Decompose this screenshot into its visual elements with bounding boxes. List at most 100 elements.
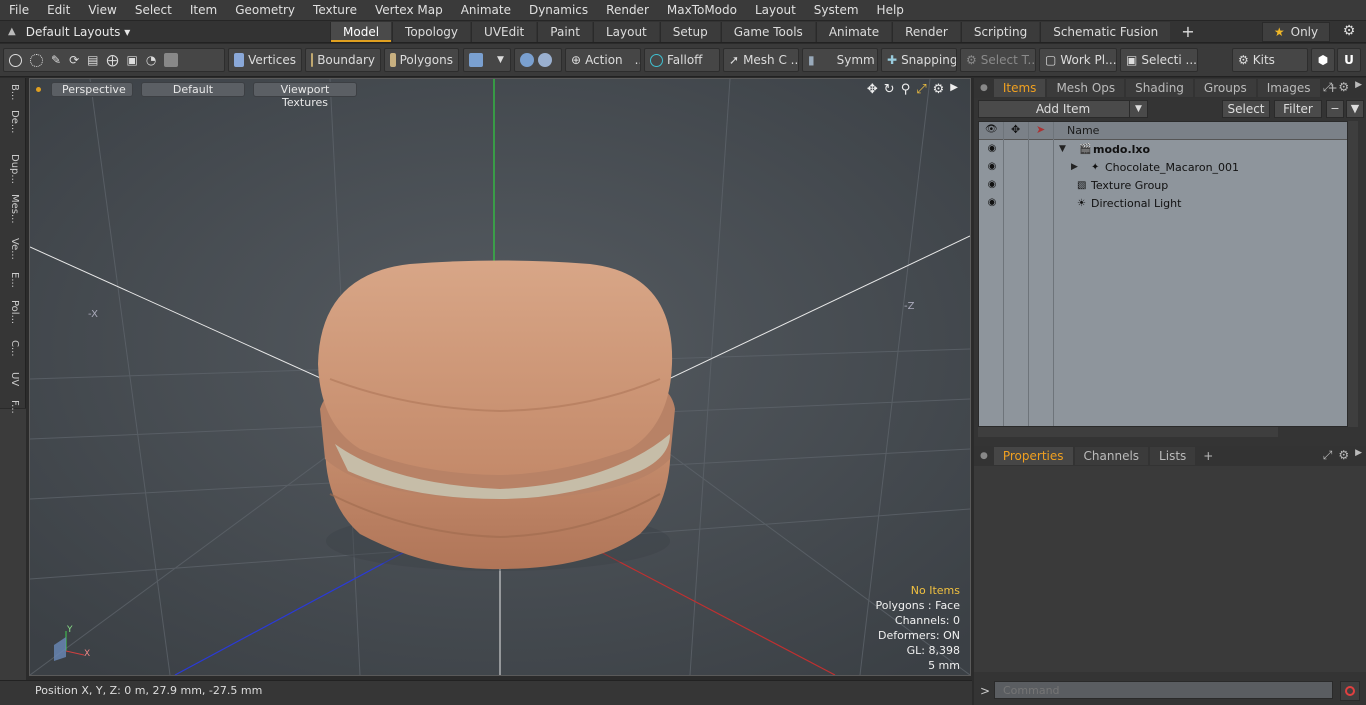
viewport-options-dot-icon[interactable] xyxy=(36,86,41,92)
tab-channels[interactable]: Channels xyxy=(1074,447,1149,465)
menu-edit[interactable]: Edit xyxy=(38,0,79,21)
menu-layout[interactable]: Layout xyxy=(746,0,805,21)
eye-icon[interactable]: ◉ xyxy=(985,197,999,209)
add-item-button[interactable]: Add Item ▼ xyxy=(978,100,1148,118)
list-item[interactable]: ◉ ☀ Directional Light xyxy=(979,195,1347,213)
record-macro-icon[interactable] xyxy=(1340,681,1360,701)
unreal-button[interactable]: U xyxy=(1337,48,1361,72)
left-tab-6[interactable]: Pol... xyxy=(4,300,20,324)
left-tab-2[interactable]: Dup... xyxy=(4,154,20,184)
props-arrow-icon[interactable]: ▶ xyxy=(1355,448,1362,463)
menu-dynamics[interactable]: Dynamics xyxy=(520,0,597,21)
falloff-button[interactable]: Falloff xyxy=(644,48,720,72)
items-icon[interactable]: ▤ xyxy=(87,53,98,67)
menu-render[interactable]: Render xyxy=(597,0,658,21)
item-list-hscroll[interactable] xyxy=(978,427,1278,437)
move-view-icon[interactable]: ✥ xyxy=(867,82,878,97)
item-list-vscroll[interactable] xyxy=(1348,121,1358,427)
edge-icon[interactable]: ◔ xyxy=(146,53,156,67)
tab-animate[interactable]: Animate xyxy=(815,21,892,42)
left-tab-8[interactable]: UV xyxy=(4,372,20,386)
panel-gear-icon[interactable]: ⚙ xyxy=(1338,80,1349,95)
tab-setup[interactable]: Setup xyxy=(659,21,720,42)
name-header[interactable]: Name xyxy=(1067,124,1099,137)
tab-game-tools[interactable]: Game Tools xyxy=(720,21,815,42)
left-tab-0[interactable]: B... xyxy=(4,84,20,100)
menu-view[interactable]: View xyxy=(79,0,125,21)
tab-mesh-ops[interactable]: Mesh Ops xyxy=(1047,79,1125,97)
tab-items[interactable]: Items xyxy=(993,79,1046,97)
left-tab-5[interactable]: E... xyxy=(4,272,20,288)
left-tab-3[interactable]: Mes... xyxy=(4,194,20,224)
layouts-dropdown-label[interactable]: Default Layouts ▾ xyxy=(26,25,131,39)
tab-lists[interactable]: Lists xyxy=(1150,447,1196,465)
3d-viewport[interactable]: -X -Z Y X Perspective Default Viewport T… xyxy=(29,78,971,676)
panel-arrow-icon[interactable]: ▶ xyxy=(1355,80,1362,95)
viewport-scene[interactable] xyxy=(30,79,970,675)
left-tab-4[interactable]: Ve... xyxy=(4,238,20,260)
expand-arrow-icon[interactable]: ▶ xyxy=(950,82,958,97)
add-props-tab-icon[interactable]: + xyxy=(1197,449,1219,463)
collapse-icon[interactable]: − xyxy=(1326,100,1344,118)
work-plane-button[interactable]: ▢ Work Pl... xyxy=(1039,48,1117,72)
props-maximize-icon[interactable]: ⤢ xyxy=(1323,448,1333,463)
list-item[interactable]: ◉ ▼ 🎬 modo.lxo xyxy=(979,141,1347,159)
tab-uvedit[interactable]: UVEdit xyxy=(471,21,537,42)
macaron-model[interactable] xyxy=(318,260,675,572)
expand-arrow-icon[interactable]: ▶ xyxy=(1071,162,1078,172)
filter-button[interactable]: Filter xyxy=(1274,100,1322,118)
menu-system[interactable]: System xyxy=(805,0,868,21)
tab-groups[interactable]: Groups xyxy=(1194,79,1256,97)
polygons-button[interactable]: Polygons xyxy=(384,48,459,72)
menu-help[interactable]: Help xyxy=(868,0,913,21)
menu-geometry[interactable]: Geometry xyxy=(226,0,304,21)
center-icon[interactable]: ⨁ xyxy=(106,53,118,67)
tab-properties[interactable]: Properties xyxy=(993,447,1073,465)
pivot-icon[interactable]: ▣ xyxy=(126,53,137,67)
maximize-panel-icon[interactable]: ⤢ xyxy=(1323,80,1333,95)
left-tab-1[interactable]: De... xyxy=(4,110,20,133)
menu-vertex-map[interactable]: Vertex Map xyxy=(366,0,452,21)
symmetry-button[interactable]: ▮ Symm ... xyxy=(802,48,878,72)
menu-select[interactable]: Select xyxy=(126,0,181,21)
mesh-constraint-button[interactable]: ➚ Mesh C ... xyxy=(723,48,799,72)
tab-model[interactable]: Model xyxy=(330,21,392,42)
eye-icon[interactable]: ◉ xyxy=(985,179,999,191)
viewport-textures-dropdown[interactable]: Viewport Textures xyxy=(253,81,357,109)
tab-schematic-fusion[interactable]: Schematic Fusion xyxy=(1040,21,1171,42)
view-type-dropdown[interactable]: Perspective xyxy=(51,81,133,97)
item-mode-button[interactable]: ▼ xyxy=(463,48,511,72)
eye-icon[interactable]: ◉ xyxy=(985,143,999,155)
props-gear-icon[interactable]: ⚙ xyxy=(1338,448,1349,463)
zoom-icon[interactable]: ⚲ xyxy=(901,82,911,97)
item-list[interactable]: 👁 ✥ ➤ Name ◉ ▼ 🎬 modo.lxo ◉ ▶ ✦ Chocolate_Macar… xyxy=(978,121,1348,427)
list-item[interactable]: ◉ ▧ Texture Group xyxy=(979,177,1347,195)
gear-icon[interactable]: ⚙ xyxy=(1338,23,1360,41)
tab-topology[interactable]: Topology xyxy=(392,21,471,42)
tab-scripting[interactable]: Scripting xyxy=(960,21,1040,42)
symmetry-mode-group[interactable] xyxy=(514,48,562,72)
viewport-gear-icon[interactable]: ⚙ xyxy=(933,82,945,97)
props-dot-icon[interactable]: ● xyxy=(974,451,994,461)
menu-item[interactable]: Item xyxy=(181,0,226,21)
select-through-button[interactable]: ⚙ Select T... xyxy=(960,48,1036,72)
tab-layout[interactable]: Layout xyxy=(592,21,659,42)
funnel-icon[interactable]: ▼ xyxy=(1346,100,1364,118)
command-input[interactable] xyxy=(994,681,1333,699)
kits-button[interactable]: ⚙ Kits xyxy=(1232,48,1308,72)
material-icon[interactable] xyxy=(164,53,179,67)
collapse-arrow-icon[interactable]: ▼ xyxy=(1059,144,1066,154)
vertices-button[interactable]: Vertices xyxy=(228,48,302,72)
select-button[interactable]: Select xyxy=(1222,100,1270,118)
pen-icon[interactable]: ✎ xyxy=(51,53,61,67)
eye-icon[interactable]: ◉ xyxy=(985,161,999,173)
action-center-button[interactable]: ⊕Action... xyxy=(565,48,641,72)
selection-sets-button[interactable]: ▣ Selecti ... xyxy=(1120,48,1198,72)
circle-select-icon[interactable] xyxy=(9,53,22,67)
menu-texture[interactable]: Texture xyxy=(304,0,366,21)
tab-shading[interactable]: Shading xyxy=(1126,79,1193,97)
lasso-icon[interactable]: ⟳ xyxy=(69,53,79,67)
add-tab-icon[interactable]: + xyxy=(1171,22,1204,41)
only-toggle[interactable]: ★ Only xyxy=(1262,22,1330,42)
rotate-view-icon[interactable]: ↻ xyxy=(884,82,895,97)
